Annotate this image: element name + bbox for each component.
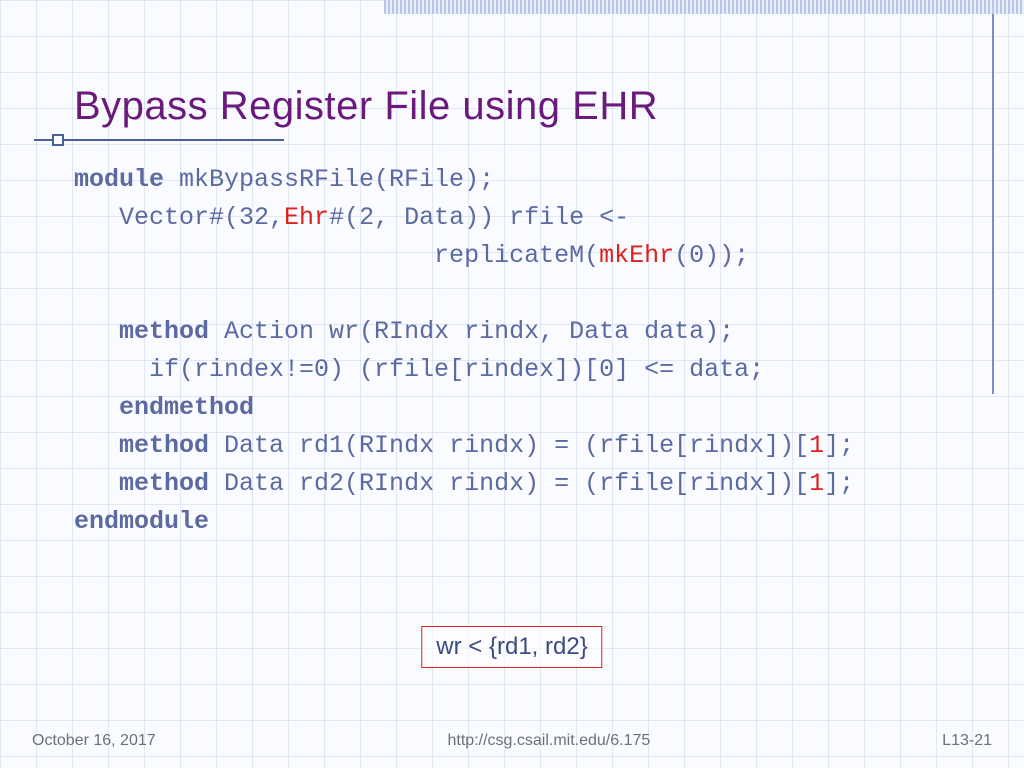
code-text: ]; [824, 431, 854, 460]
code-highlight: 1 [809, 469, 824, 498]
vertical-rule-decoration [992, 14, 994, 394]
code-text: mkBypassRFile(RFile); [164, 165, 494, 194]
code-text: replicateM( [74, 241, 599, 270]
code-text: ]; [824, 469, 854, 498]
code-text: #(2, Data)) rfile <- [329, 203, 629, 232]
code-text: Action wr(RIndx rindx, Data data); [209, 317, 734, 346]
top-band-decoration [384, 0, 1024, 14]
slide-content: Bypass Register File using EHR module mk… [74, 84, 974, 541]
code-text: (0)); [674, 241, 749, 270]
keyword-method: method [74, 317, 209, 346]
code-text: Vector#(32, [74, 203, 284, 232]
code-text: Data rd1(RIndx rindx) = (rfile[rindx])[ [209, 431, 809, 460]
code-text: Data rd2(RIndx rindx) = (rfile[rindx])[ [209, 469, 809, 498]
keyword-endmodule: endmodule [74, 507, 209, 536]
code-highlight: 1 [809, 431, 824, 460]
footer-url: http://csg.csail.mit.edu/6.175 [448, 732, 651, 750]
code-text: if(rindex!=0) (rfile[rindex])[0] <= data… [74, 355, 764, 384]
keyword-endmethod: endmethod [74, 393, 254, 422]
title-underline-decoration [34, 133, 284, 147]
keyword-method: method [74, 431, 209, 460]
slide-footer: October 16, 2017 http://csg.csail.mit.ed… [0, 732, 1024, 750]
slide-title: Bypass Register File using EHR [74, 84, 974, 129]
code-block: module mkBypassRFile(RFile); Vector#(32,… [74, 161, 974, 541]
keyword-module: module [74, 165, 164, 194]
keyword-method: method [74, 469, 209, 498]
code-highlight: mkEhr [599, 241, 674, 270]
callout-box: wr < {rd1, rd2} [421, 626, 602, 668]
footer-date: October 16, 2017 [32, 732, 156, 750]
footer-page: L13-21 [942, 732, 992, 750]
code-highlight: Ehr [284, 203, 329, 232]
